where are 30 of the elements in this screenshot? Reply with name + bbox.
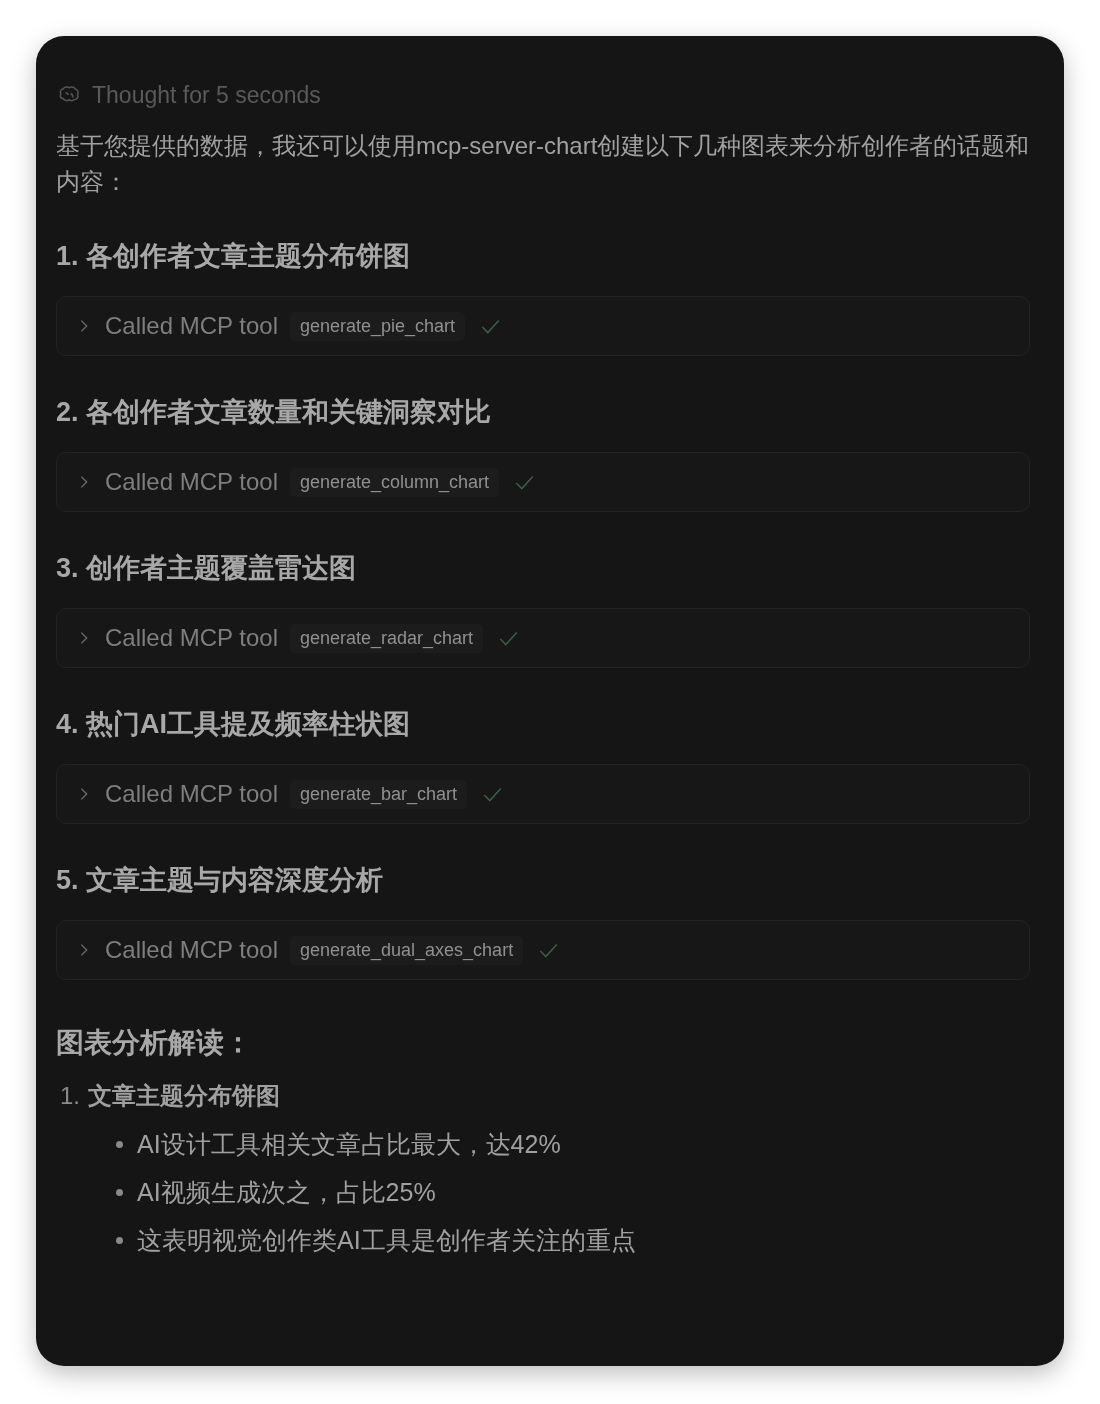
bullet-text: AI设计工具相关文章占比最大，达42% <box>137 1128 561 1160</box>
tool-call-label: Called MCP tool <box>105 936 278 964</box>
bullet-icon <box>116 1140 123 1148</box>
tool-call-row[interactable]: Called MCP tool generate_dual_axes_chart <box>56 920 1030 980</box>
tool-name-tag: generate_dual_axes_chart <box>289 935 524 965</box>
tool-name-tag: generate_pie_chart <box>289 311 466 341</box>
tool-call-label: Called MCP tool <box>105 780 278 808</box>
bullet-icon <box>116 1236 123 1244</box>
section-heading: 2. 各创作者文章数量和关键洞察对比 <box>56 396 493 429</box>
tool-call-row[interactable]: Called MCP tool generate_column_chart <box>56 452 1030 512</box>
tool-call-row[interactable]: Called MCP tool generate_bar_chart <box>56 764 1030 824</box>
tool-call-label: Called MCP tool <box>105 468 278 496</box>
list-number: 1. <box>60 1081 80 1111</box>
intro-paragraph: 基于您提供的数据，我还可以使用mcp-server-chart创建以下几种图表来分析创作者的话题和内容： <box>56 131 1030 197</box>
tool-name-tag: generate_column_chart <box>289 467 500 497</box>
section-heading: 5. 文章主题与内容深度分析 <box>56 864 385 897</box>
tool-name-tag: generate_radar_chart <box>289 623 484 653</box>
tool-call-row[interactable]: Called MCP tool generate_radar_chart <box>56 608 1030 668</box>
analysis-heading: 图表分析解读： <box>56 1026 253 1060</box>
section-heading: 1. 各创作者文章主题分布饼图 <box>56 240 412 273</box>
bullet-text: AI视频生成次之，占比25% <box>137 1176 436 1208</box>
tool-call-label: Called MCP tool <box>105 312 278 340</box>
section-heading: 3. 创作者主题覆盖雷达图 <box>56 552 358 585</box>
tool-name-tag: generate_bar_chart <box>289 779 468 809</box>
tool-call-row[interactable]: Called MCP tool generate_pie_chart <box>56 296 1030 356</box>
tool-call-label: Called MCP tool <box>105 624 278 652</box>
bullet-text: 这表明视觉创作类AI工具是创作者关注的重点 <box>137 1224 636 1256</box>
section-heading: 4. 热门AI工具提及频率柱状图 <box>56 708 412 741</box>
bullet-icon <box>116 1188 123 1196</box>
list-item-title: 文章主题分布饼图 <box>88 1081 280 1111</box>
